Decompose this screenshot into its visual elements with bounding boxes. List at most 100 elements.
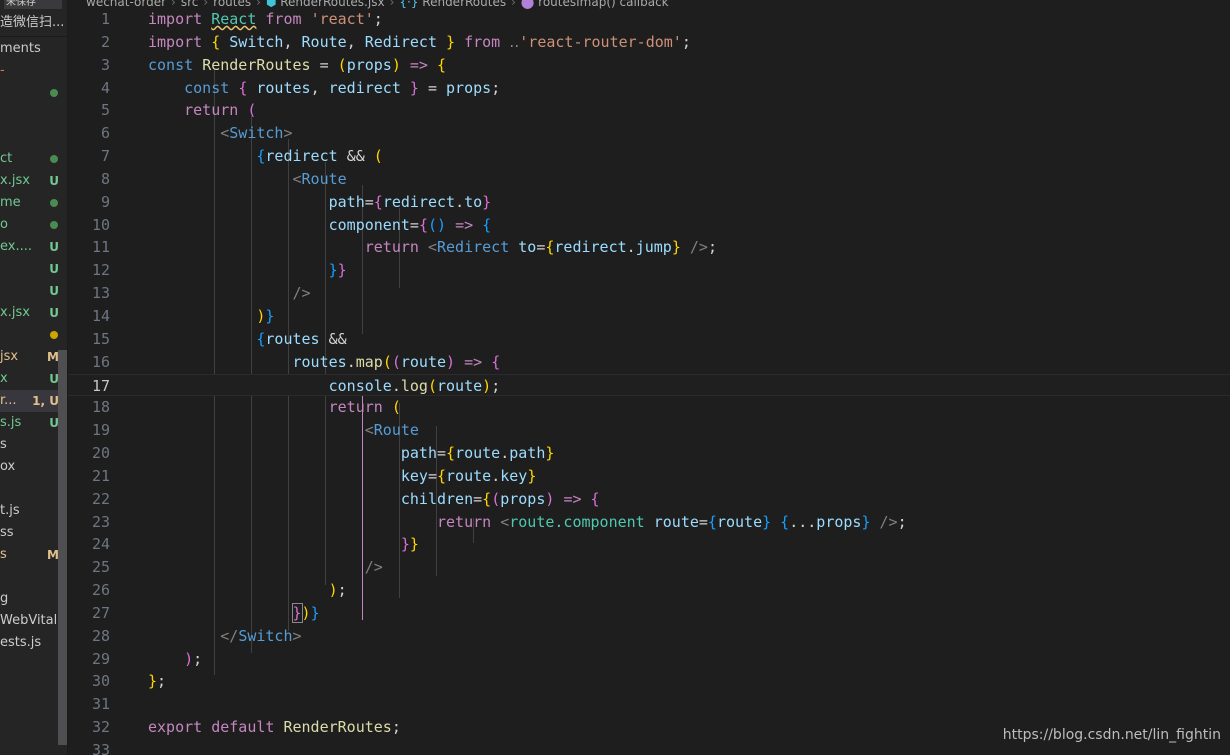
code-line[interactable]: 15 {routes && [68, 328, 1230, 351]
code-line[interactable]: 26 ); [68, 579, 1230, 602]
code-line[interactable]: 31 [68, 693, 1230, 716]
code-line[interactable]: 30}; [68, 670, 1230, 693]
code-line-text: key={route.key} [400, 466, 537, 485]
code-line-text: return <Redirect to={redirect.jump} />; [364, 238, 717, 257]
file-tree-item[interactable]: me [0, 192, 67, 214]
code-line[interactable]: 3 const RenderRoutes = (props) => { [68, 54, 1230, 77]
code-editor[interactable]: wechat-order › src › routes › ⬢ RenderRoutes.j… [68, 0, 1230, 755]
file-tree-item[interactable]: U [0, 258, 67, 280]
sidebar-title: 造微信扫... [0, 9, 67, 37]
line-number: 14 [91, 306, 110, 325]
code-line[interactable]: 7 {redirect && ( [68, 145, 1230, 168]
git-status-badge: U [49, 240, 59, 254]
code-line[interactable]: 6 <Switch> [68, 122, 1230, 145]
file-tree-item-label: s [0, 437, 7, 452]
code-line[interactable]: 1 import React from 'react'; [68, 8, 1230, 31]
file-tree-item[interactable] [0, 104, 67, 126]
file-tree-item-label: s [0, 547, 7, 562]
line-number: 7 [100, 147, 110, 166]
code-line[interactable]: 10 component={() => { [68, 214, 1230, 237]
code-line[interactable]: 18 return ( [68, 396, 1230, 419]
line-number: 20 [91, 444, 110, 463]
git-status-badge: U [49, 174, 59, 188]
code-line-text: children={(props) => { [400, 489, 600, 508]
folder-status-dot-icon [50, 331, 58, 339]
line-number: 1 [100, 10, 110, 28]
explorer-sidebar[interactable]: 未保存 造微信扫... ments - ct x.jsx Ume o ex.... U U Ux.… [0, 0, 68, 755]
file-tree-item[interactable]: x.jsx U [0, 170, 67, 192]
file-tree-item[interactable]: o [0, 214, 67, 236]
code-line[interactable]: 12 }} [68, 259, 1230, 282]
folder-status-dot-icon [50, 89, 58, 97]
line-number: 25 [91, 558, 110, 577]
code-line[interactable]: 25 /> [68, 556, 1230, 579]
file-tree-item[interactable]: - [0, 60, 67, 82]
code-line[interactable]: 5 return ( [68, 99, 1230, 122]
line-number: 27 [91, 603, 110, 622]
file-tree-item[interactable]: x.jsx U [0, 302, 67, 324]
file-tree-item-label: ests.js [0, 635, 42, 650]
line-number: 2 [100, 32, 110, 51]
git-status-badge: U [49, 306, 59, 320]
code-line-text: routes.map((route) => { [292, 352, 501, 371]
file-tree-item-label: ss [0, 525, 14, 540]
file-tree-item[interactable]: ex.... U [0, 236, 67, 258]
code-line-text: <Switch> [220, 124, 293, 143]
code-line[interactable]: 19 <Route [68, 419, 1230, 442]
code-line-active[interactable]: 17 console.log(route); [68, 373, 1230, 397]
code-line[interactable]: 24 }} [68, 533, 1230, 556]
file-tree-item-label: jsx [0, 349, 19, 364]
line-number: 24 [91, 535, 110, 554]
line-number: 17 [91, 376, 110, 395]
code-line-text: }} [400, 535, 419, 554]
code-line[interactable]: 9 path={redirect.to} [68, 191, 1230, 214]
code-line[interactable]: 20 path={route.path} [68, 442, 1230, 465]
code-area[interactable]: 1 import React from 'react'; 2 import { Swi… [68, 8, 1230, 755]
code-line[interactable]: 23 return <route.component route={route}… [68, 511, 1230, 534]
line-number: 10 [91, 215, 110, 234]
file-tree-item[interactable]: ct [0, 148, 67, 170]
git-status-badge: U [49, 262, 59, 276]
line-number: 30 [91, 672, 110, 691]
code-line-text: import { Switch, Route, Redirect } from … [148, 32, 691, 51]
code-line-text: </Switch> [220, 626, 302, 645]
file-tree-item[interactable]: U [0, 280, 67, 302]
line-number: 28 [91, 626, 110, 645]
sidebar-tab-active[interactable]: 未保存 [4, 0, 62, 9]
code-lines[interactable]: 1 import React from 'react'; 2 import { Swi… [68, 8, 1230, 755]
code-line[interactable]: 2 import { Switch, Route, Redirect } from… [68, 31, 1230, 54]
line-number: 21 [91, 466, 110, 485]
line-number: 16 [91, 352, 110, 371]
code-line-text: <Route [292, 169, 347, 188]
file-tree-item-label: x.jsx [0, 173, 30, 188]
sidebar-scrollbar[interactable] [58, 350, 67, 745]
file-tree-item-label: x.jsx [0, 305, 30, 320]
code-line[interactable]: 28 </Switch> [68, 625, 1230, 648]
code-line[interactable]: 13 /> [68, 282, 1230, 305]
code-line[interactable]: 22 children={(props) => { [68, 488, 1230, 511]
file-tree-item[interactable]: ments [0, 38, 67, 60]
file-tree-item[interactable] [0, 82, 67, 104]
code-line-text: })} [291, 602, 320, 623]
code-line-text: const RenderRoutes = (props) => { [148, 55, 447, 74]
code-line[interactable]: 27 })} [68, 602, 1230, 625]
code-line[interactable]: 14 )} [68, 305, 1230, 328]
code-line-text: console.log(route); [328, 376, 501, 395]
code-line-text: path={redirect.to} [328, 192, 492, 211]
file-tree-item-label: t.js [0, 503, 20, 518]
line-number: 12 [91, 261, 110, 280]
code-line-text: <Route [364, 421, 419, 440]
file-tree-item-label: g [0, 591, 9, 606]
code-line[interactable]: 29 ); [68, 648, 1230, 671]
code-line[interactable]: 16 routes.map((route) => { [68, 351, 1230, 374]
code-line[interactable]: 21 key={route.key} [68, 465, 1230, 488]
line-number: 18 [91, 398, 110, 417]
code-line[interactable]: 4 const { routes, redirect } = props; [68, 77, 1230, 100]
file-tree-item[interactable] [0, 126, 67, 148]
line-number: 32 [91, 718, 110, 737]
code-line-text: const { routes, redirect } = props; [184, 78, 501, 97]
file-tree-item[interactable] [0, 324, 67, 346]
code-line[interactable]: 11 return <Redirect to={redirect.jump} /… [68, 236, 1230, 259]
line-number: 13 [91, 284, 110, 303]
code-line[interactable]: 8 <Route [68, 168, 1230, 191]
